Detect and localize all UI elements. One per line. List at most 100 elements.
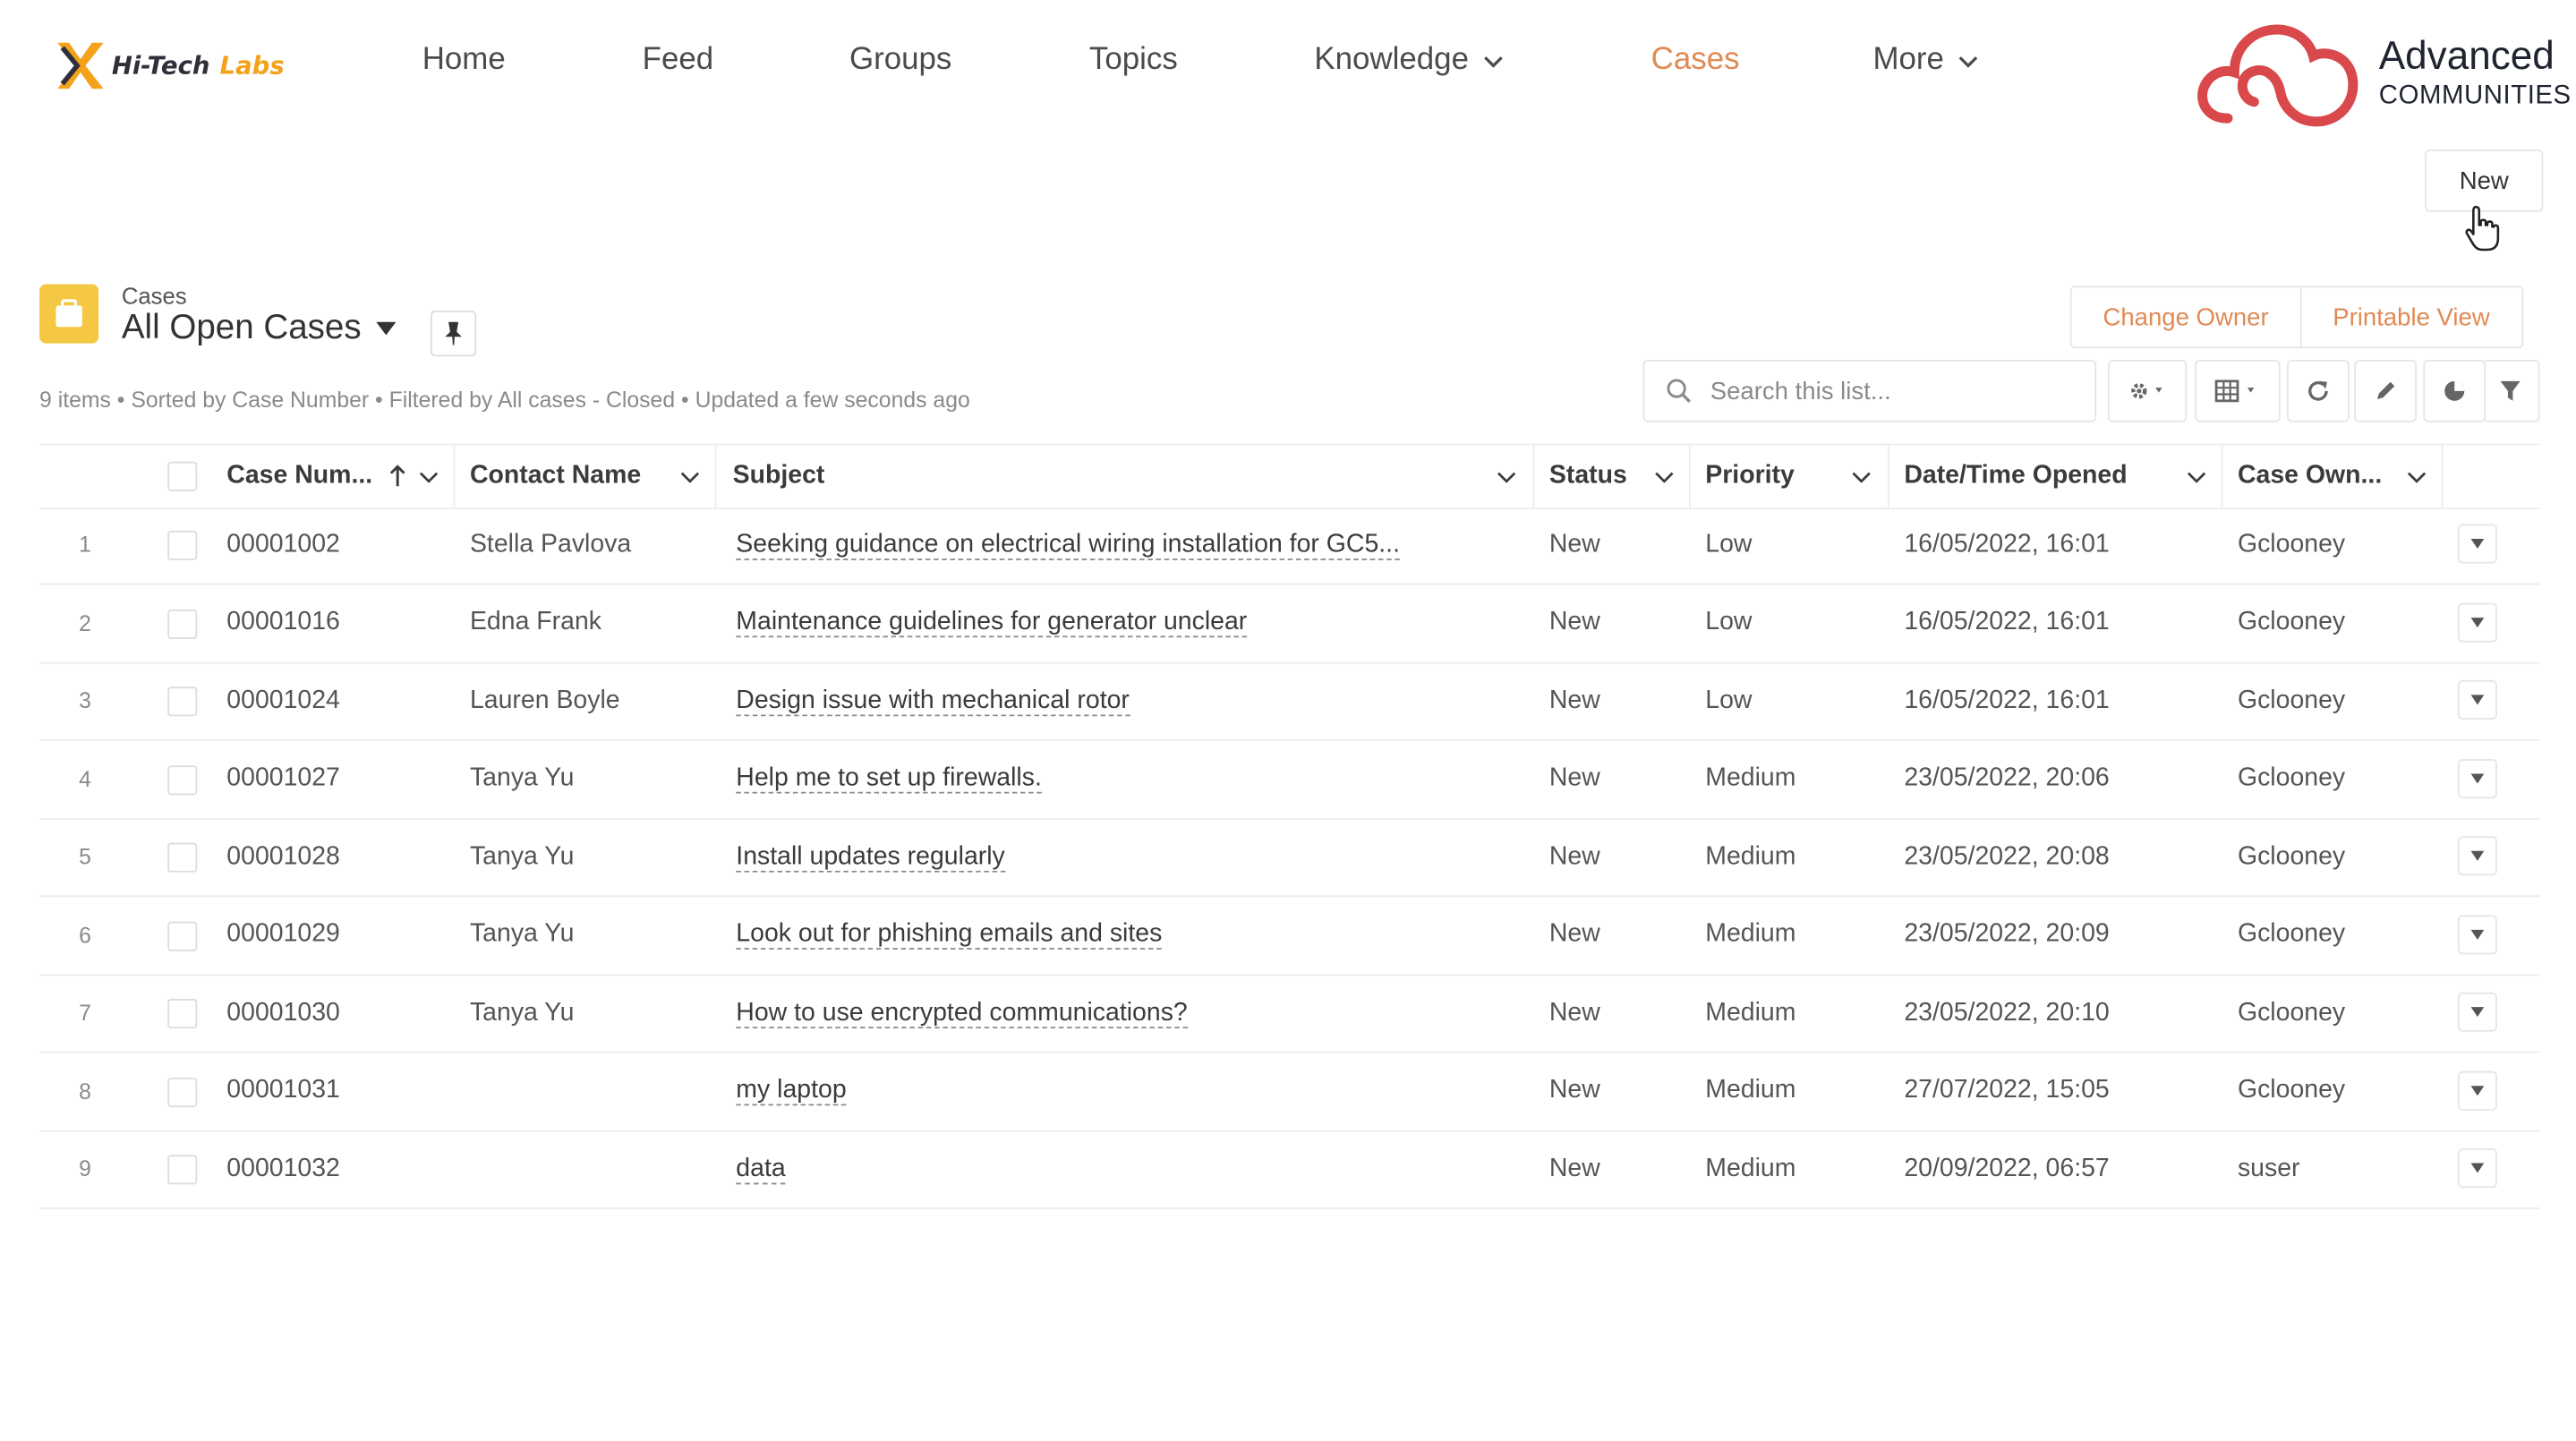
search-input[interactable]: [1707, 361, 2086, 421]
status: New: [1548, 529, 1600, 558]
status: New: [1548, 608, 1600, 636]
row-number-cell: 2: [79, 584, 91, 661]
nav-more[interactable]: More: [1872, 43, 2037, 79]
list-view-name: All Open Cases: [121, 309, 362, 347]
chevron-down-icon[interactable]: [2185, 465, 2208, 488]
row-actions-button[interactable]: [2457, 992, 2497, 1032]
table-row[interactable]: 1 00001002 Stella Pavlova Seeking guidance …: [39, 506, 2540, 585]
contact-name-cell: Tanya Yu: [470, 818, 575, 895]
chevron-down-icon[interactable]: [1653, 465, 1676, 488]
subject-link[interactable]: data: [736, 1154, 786, 1184]
contact-name: Stella Pavlova: [469, 529, 632, 558]
row-number-cell: 7: [79, 974, 91, 1051]
row-actions-button[interactable]: [2457, 914, 2497, 954]
select-all-checkbox[interactable]: [167, 461, 198, 491]
pin-list-button[interactable]: [430, 310, 477, 357]
chevron-down-icon[interactable]: [1850, 465, 1873, 488]
col-case-owner[interactable]: Case Own...: [2238, 445, 2382, 507]
row-checkbox[interactable]: [167, 920, 198, 951]
nav-home[interactable]: Home: [422, 43, 643, 79]
row-actions-button[interactable]: [2457, 836, 2497, 876]
subject-link[interactable]: Design issue with mechanical rotor: [736, 686, 1130, 716]
site-logo[interactable]: Hi-Tech Labs: [53, 33, 345, 98]
contact-name-cell: Tanya Yu: [470, 740, 575, 817]
table-row[interactable]: 4 00001027 Tanya Yu Help me to set up firew…: [39, 740, 2540, 819]
chevron-down-icon[interactable]: [417, 465, 440, 488]
subject-link[interactable]: How to use encrypted communications?: [736, 998, 1188, 1028]
row-checkbox[interactable]: [167, 1077, 198, 1107]
chevron-down-icon[interactable]: [1495, 465, 1518, 488]
contact-name-cell: Tanya Yu: [470, 974, 575, 1051]
subject-link[interactable]: Maintenance guidelines for generator unc…: [736, 608, 1248, 638]
top-nav: Home Feed Groups Topics Knowledge Cases …: [422, 43, 2037, 79]
row-actions-button[interactable]: [2457, 1070, 2497, 1110]
subject-link[interactable]: Seeking guidance on electrical wiring in…: [736, 530, 1400, 559]
row-checkbox[interactable]: [167, 686, 198, 717]
case-number-cell: 00001028: [226, 818, 340, 895]
charts-button[interactable]: [2423, 359, 2486, 422]
status-cell: New: [1549, 1053, 1600, 1130]
row-checkbox[interactable]: [167, 842, 198, 873]
subject-link[interactable]: Help me to set up firewalls.: [736, 764, 1042, 794]
nav-feed[interactable]: Feed: [643, 43, 849, 79]
change-owner-button[interactable]: Change Owner: [2072, 287, 2300, 346]
row-checkbox[interactable]: [167, 609, 198, 639]
refresh-icon: [2308, 380, 2328, 401]
priority: Low: [1705, 686, 1753, 714]
priority-cell: Medium: [1705, 974, 1796, 1051]
contact-name-cell: Lauren Boyle: [470, 662, 620, 739]
row-actions-button[interactable]: [2457, 758, 2497, 798]
new-button[interactable]: New: [2425, 149, 2544, 212]
col-subject[interactable]: Subject: [733, 445, 825, 507]
col-case-number[interactable]: Case Num...: [226, 445, 372, 507]
status-cell: New: [1549, 662, 1600, 739]
date-opened: 16/05/2022, 16:01: [1904, 686, 2110, 714]
table-row[interactable]: 6 00001029 Tanya Yu Look out for phishing e…: [39, 896, 2540, 976]
table-row[interactable]: 8 00001031 my laptop New Medium 27/07/2022, 1…: [39, 1053, 2540, 1131]
nav-knowledge[interactable]: Knowledge: [1314, 43, 1651, 79]
chevron-down-icon[interactable]: [2405, 465, 2428, 488]
brand-line-1: Advanced: [2378, 34, 2555, 80]
priority-cell: Medium: [1705, 818, 1796, 895]
row-checkbox[interactable]: [167, 998, 198, 1029]
table-row[interactable]: 2 00001016 Edna Frank Maintenance guideline…: [39, 584, 2540, 663]
list-settings-button[interactable]: [2107, 359, 2188, 422]
display-as-button[interactable]: [2195, 359, 2281, 422]
caret-down-icon: [2470, 1163, 2485, 1173]
col-contact-name[interactable]: Contact Name: [470, 445, 641, 507]
chevron-down-icon[interactable]: [678, 465, 702, 488]
col-status[interactable]: Status: [1549, 445, 1627, 507]
table-row[interactable]: 9 00001032 data New Medium 20/09/2022, 06:57 s…: [39, 1130, 2540, 1209]
row-actions-button[interactable]: [2457, 524, 2497, 564]
refresh-button[interactable]: [2287, 359, 2350, 422]
subject-link[interactable]: Install updates regularly: [736, 842, 1005, 872]
row-checkbox[interactable]: [167, 764, 198, 795]
table-row[interactable]: 5 00001028 Tanya Yu Install updates regular…: [39, 818, 2540, 898]
table-row[interactable]: 7 00001030 Tanya Yu How to use encrypted co…: [39, 974, 2540, 1053]
nav-topics[interactable]: Topics: [1089, 43, 1314, 79]
status: New: [1548, 1076, 1600, 1104]
inline-edit-button[interactable]: [2354, 359, 2418, 422]
row-number: 6: [79, 922, 91, 948]
col-date-opened[interactable]: Date/Time Opened: [1904, 445, 2127, 507]
row-actions-button[interactable]: [2457, 1148, 2497, 1189]
list-view-selector[interactable]: All Open Cases: [122, 309, 397, 348]
table-row[interactable]: 3 00001024 Lauren Boyle Design issue with m…: [39, 662, 2540, 741]
date-opened-cell: 20/09/2022, 06:57: [1904, 1130, 2109, 1207]
col-priority[interactable]: Priority: [1705, 445, 1795, 507]
filters-button[interactable]: [2482, 359, 2540, 422]
caret-down-icon: [2470, 772, 2485, 783]
nav-groups[interactable]: Groups: [849, 43, 1089, 79]
priority: Low: [1705, 529, 1753, 558]
date-opened-cell: 16/05/2022, 16:01: [1904, 662, 2109, 739]
subject-link[interactable]: my laptop: [736, 1076, 847, 1106]
row-actions-button[interactable]: [2457, 679, 2497, 720]
gear-icon: [2131, 383, 2162, 399]
row-actions-button[interactable]: [2457, 601, 2497, 642]
row-checkbox[interactable]: [167, 1155, 198, 1185]
row-checkbox[interactable]: [167, 530, 198, 560]
printable-view-button[interactable]: Printable View: [2299, 287, 2521, 347]
priority: Low: [1705, 608, 1753, 636]
subject-link[interactable]: Look out for phishing emails and sites: [736, 920, 1163, 950]
nav-cases[interactable]: Cases: [1651, 43, 1873, 79]
